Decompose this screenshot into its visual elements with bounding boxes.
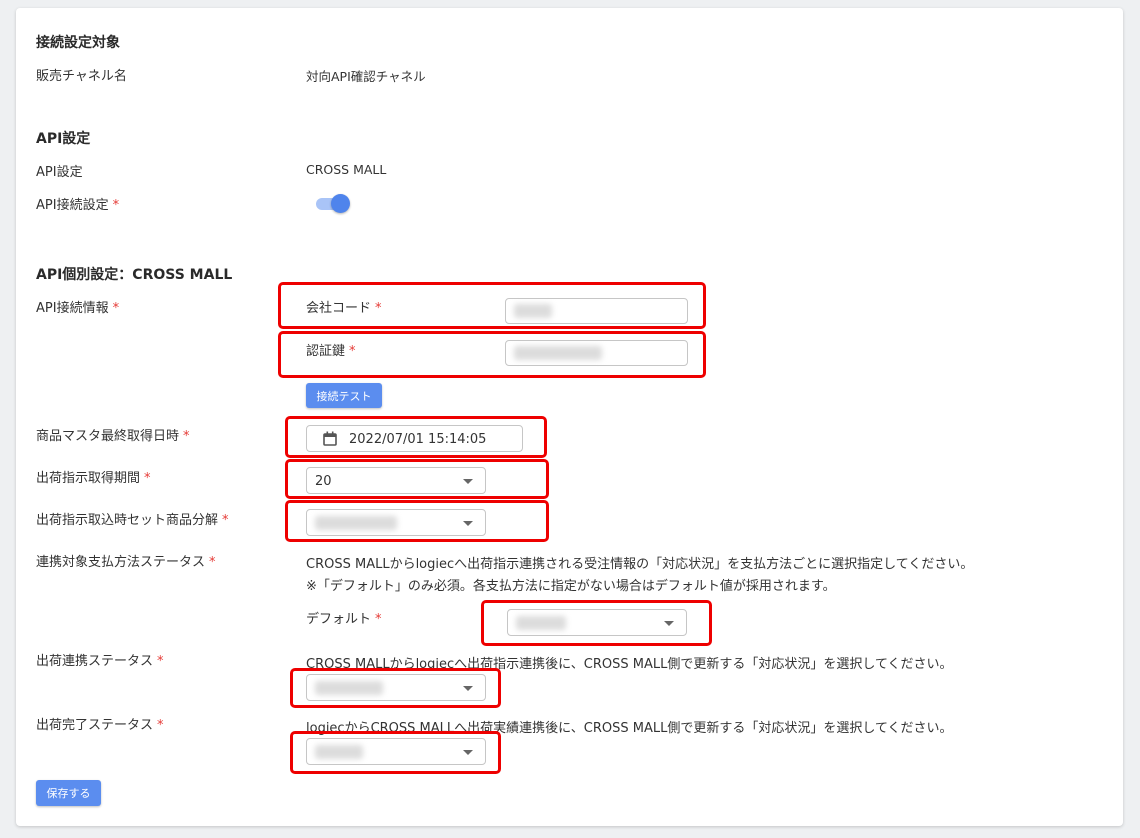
default-label: デフォルト * (306, 608, 382, 627)
product-master-label: 商品マスタ最終取得日時 * (36, 425, 190, 444)
auth-key-label: 認証鍵 * (306, 340, 356, 359)
redacted-bar (315, 745, 363, 759)
api-connection-info-label: API接続情報 * (36, 297, 119, 316)
channel-name-value: 対向API確認チャネル (306, 69, 426, 84)
payment-status-label-text: 連携対象支払方法ステータス (36, 555, 206, 570)
redacted-value (514, 346, 602, 360)
required-mark: * (349, 344, 356, 359)
api-connection-label: API接続設定 * (36, 194, 119, 213)
required-mark: * (375, 612, 382, 627)
shipping-link-status-label-text: 出荷連携ステータス (36, 654, 154, 669)
shipping-period-select[interactable]: 20 (306, 467, 486, 494)
required-mark: * (375, 301, 382, 316)
redacted-value (315, 516, 397, 534)
shipping-done-status-select[interactable] (306, 738, 486, 765)
required-mark: * (209, 555, 216, 570)
redacted-value (516, 616, 566, 634)
company-code-label-text: 会社コード (306, 301, 372, 316)
payment-status-label: 連携対象支払方法ステータス * (36, 551, 216, 570)
chevron-down-icon (463, 521, 473, 526)
redacted-value (315, 745, 363, 763)
required-mark: * (157, 718, 164, 733)
shipping-done-status-label-text: 出荷完了ステータス (36, 718, 154, 733)
chevron-down-icon (463, 686, 473, 691)
required-mark: * (183, 429, 190, 444)
redacted-bar (516, 616, 566, 630)
auth-key-input[interactable] (505, 340, 688, 366)
section-title-api-individual: API個別設定：CROSS MALL (36, 267, 233, 283)
required-mark: * (112, 198, 120, 213)
redacted-bar (315, 681, 383, 695)
shipping-period-label-text: 出荷指示取得期間 (36, 471, 141, 486)
shipping-period-label: 出荷指示取得期間 * (36, 467, 151, 486)
redacted-value (514, 304, 552, 318)
api-setting-label: API設定 (36, 165, 83, 180)
redacted-value (315, 681, 383, 699)
shipping-link-status-select[interactable] (306, 674, 486, 701)
default-label-text: デフォルト (306, 612, 372, 627)
default-status-select[interactable] (507, 609, 687, 636)
set-product-label-text: 出荷指示取込時セット商品分解 (36, 513, 219, 528)
api-setting-value: CROSS MALL (306, 162, 387, 177)
required-mark: * (157, 654, 164, 669)
api-connection-label-text: API接続設定 (36, 198, 109, 213)
auth-key-label-text: 認証鍵 (306, 344, 346, 359)
redacted-bar (315, 516, 397, 530)
shipping-done-status-description: logiecからCROSS MALLへ出荷実績連携後に、CROSS MALL側で… (306, 721, 953, 736)
chevron-down-icon (463, 479, 473, 484)
company-code-label: 会社コード * (306, 297, 382, 316)
set-product-label: 出荷指示取込時セット商品分解 * (36, 509, 229, 528)
payment-status-note: ※「デフォルト」のみ必須。各支払方法に指定がない場合はデフォルト値が採用されます… (306, 579, 836, 594)
toggle-knob[interactable] (331, 194, 350, 213)
product-master-label-text: 商品マスタ最終取得日時 (36, 429, 180, 444)
set-product-select[interactable] (306, 509, 486, 536)
shipping-done-status-label: 出荷完了ステータス * (36, 714, 164, 733)
channel-name-label: 販売チャネル名 (36, 69, 127, 84)
shipping-link-status-label: 出荷連携ステータス * (36, 650, 164, 669)
required-mark: * (222, 513, 229, 528)
connection-test-button[interactable]: 接続テスト (306, 383, 382, 408)
calendar-icon (323, 431, 337, 446)
api-connection-info-label-text: API接続情報 (36, 301, 109, 316)
required-mark: * (112, 301, 120, 316)
section-title-api-settings: API設定 (36, 131, 91, 147)
save-button[interactable]: 保存する (36, 780, 101, 806)
shipping-period-value: 20 (315, 474, 332, 489)
product-master-datetime[interactable]: 2022/07/01 15:14:05 (306, 425, 523, 452)
chevron-down-icon (664, 621, 674, 626)
settings-card: 接続設定対象 販売チャネル名 対向API確認チャネル API設定 API設定 C… (16, 8, 1123, 826)
chevron-down-icon (463, 750, 473, 755)
product-master-datetime-value: 2022/07/01 15:14:05 (349, 432, 487, 447)
shipping-link-status-description: CROSS MALLからlogiecへ出荷指示連携後に、CROSS MALL側で… (306, 657, 953, 672)
payment-status-description: CROSS MALLからlogiecへ出荷指示連携される受注情報の「対応状況」を… (306, 557, 974, 572)
company-code-input[interactable] (505, 298, 688, 324)
required-mark: * (144, 471, 151, 486)
section-title-connection-target: 接続設定対象 (36, 35, 120, 51)
